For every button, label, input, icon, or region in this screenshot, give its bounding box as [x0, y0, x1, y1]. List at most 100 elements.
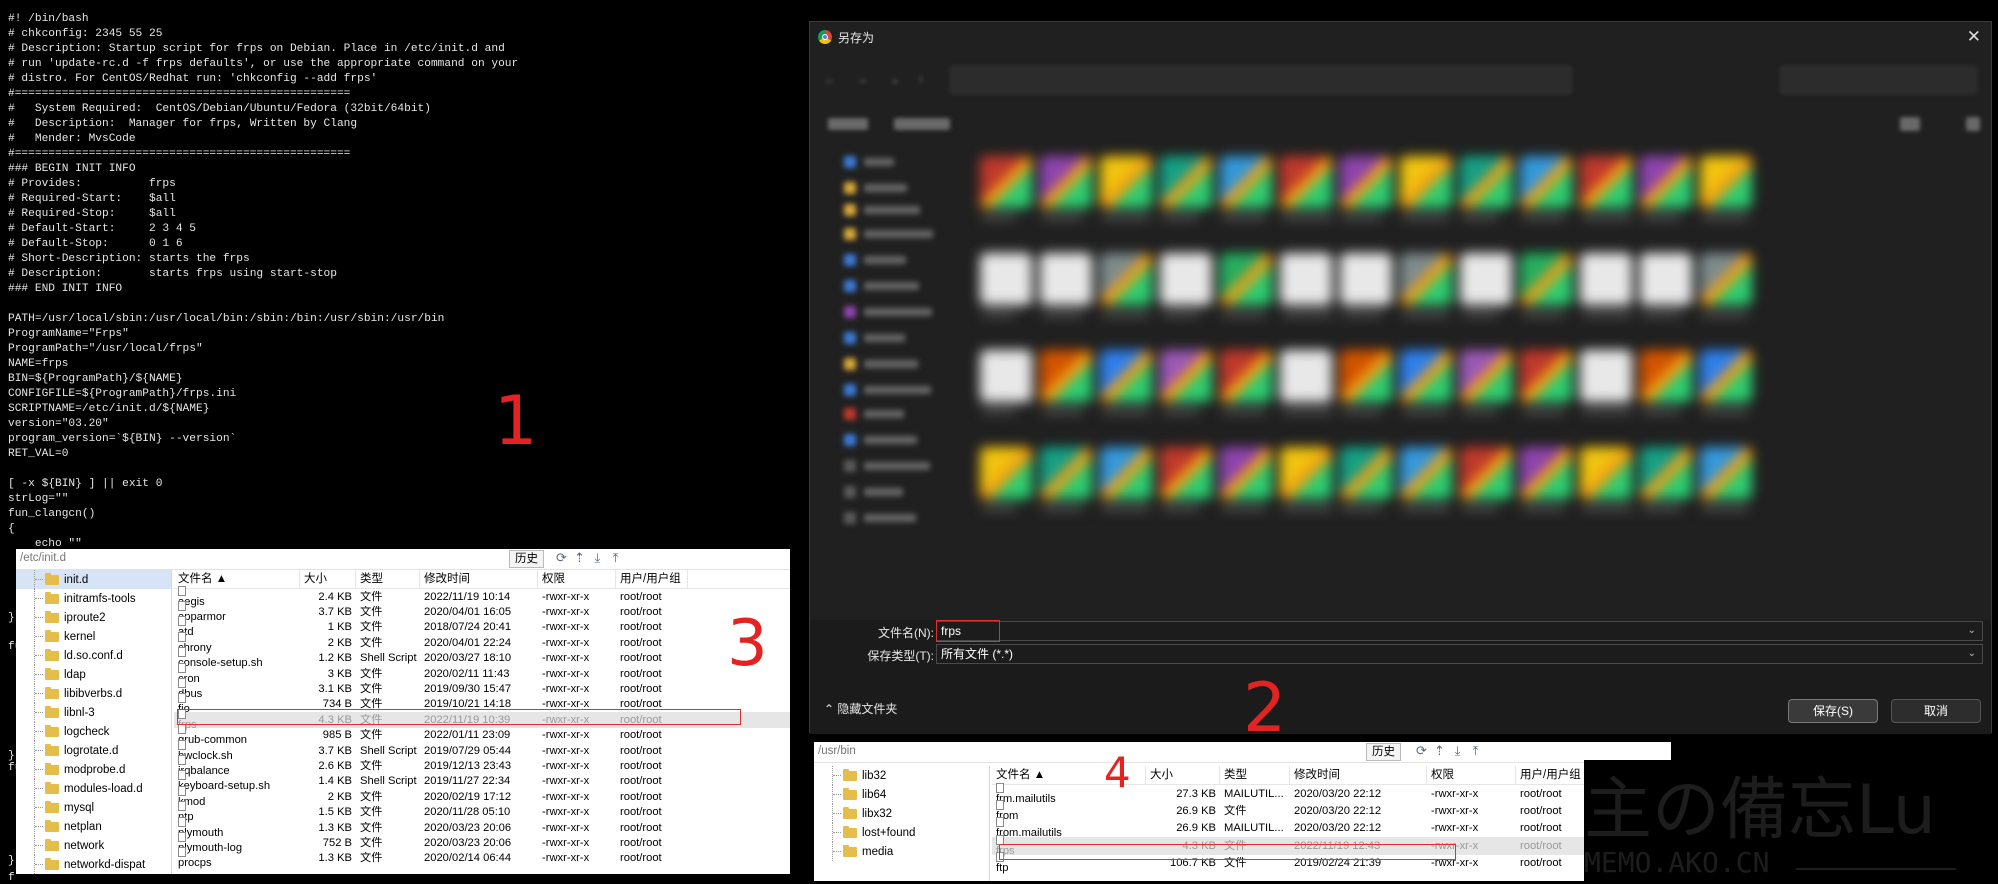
file-thumbnail-icon[interactable]	[1520, 253, 1572, 305]
chevron-down-icon[interactable]: ⌄	[1968, 645, 1976, 663]
cancel-button[interactable]: 取消	[1891, 699, 1981, 723]
forward-icon[interactable]: →	[856, 72, 870, 86]
save-as-dialog[interactable]: 另存为 ✕ ← → ⌄ ↑ 文件名(N): frps ⌄ 保存类型(T): 所有…	[809, 21, 1992, 734]
column-header[interactable]: 修改时间	[420, 570, 538, 588]
nav-pane-item[interactable]	[828, 204, 928, 216]
file-thumbnail-icon[interactable]	[1400, 253, 1452, 305]
nav-pane-item[interactable]	[828, 156, 928, 168]
nav-pane-item[interactable]	[828, 486, 928, 498]
file-thumbnail-icon[interactable]	[1280, 447, 1332, 499]
tree-item[interactable]: mysql	[16, 798, 171, 817]
tree-item[interactable]: lib32	[814, 766, 989, 785]
tree-item[interactable]: network	[16, 836, 171, 855]
tree-item[interactable]: lib64	[814, 785, 989, 804]
file-thumbnail-icon[interactable]	[1700, 447, 1752, 499]
file-thumbnail-icon[interactable]	[1460, 447, 1512, 499]
file-thumbnail-icon[interactable]	[1280, 253, 1332, 305]
file-list[interactable]: 文件名 ▲ 大小 类型 修改时间 权限 用户/用户组 frm.mailutils 27.3 …	[992, 766, 1671, 881]
save-button[interactable]: 保存(S)	[1788, 699, 1878, 723]
up-icon[interactable]: ⇡	[1432, 743, 1447, 759]
file-thumbnail-icon[interactable]	[1280, 156, 1332, 208]
file-thumbnail-icon[interactable]	[1460, 156, 1512, 208]
file-thumbnail-icon[interactable]	[1640, 156, 1692, 208]
file-thumbnail-icon[interactable]	[1160, 156, 1212, 208]
tree-item[interactable]: libx32	[814, 804, 989, 823]
file-thumbnail-icon[interactable]	[1520, 156, 1572, 208]
file-thumbnail-icon[interactable]	[1280, 350, 1332, 402]
chevron-down-icon[interactable]: ⌄	[1968, 622, 1976, 640]
tree-item[interactable]: iproute2	[16, 608, 171, 627]
directory-tree[interactable]: lib32 lib64 libx32 lost+found media	[814, 766, 990, 881]
file-thumbnail-icon[interactable]	[1400, 447, 1452, 499]
file-thumbnail-icon[interactable]	[1400, 156, 1452, 208]
tree-item[interactable]: initramfs-tools	[16, 589, 171, 608]
tree-item[interactable]: ld.so.conf.d	[16, 646, 171, 665]
file-thumbnail-icon[interactable]	[1100, 156, 1152, 208]
file-panel-etc-init-d[interactable]: /etc/init.d 历史 ⟳ ⇡ ⤓ ⤒ init.d initramfs-t…	[16, 549, 790, 874]
upload-icon[interactable]: ⤒	[608, 550, 623, 566]
close-icon[interactable]: ✕	[1967, 27, 1981, 47]
nav-pane-item[interactable]	[828, 358, 928, 370]
file-thumbnail-icon[interactable]	[980, 253, 1032, 305]
tree-item[interactable]: logrotate.d	[16, 741, 171, 760]
up-icon[interactable]: ↑	[918, 72, 932, 86]
nav-pane-item[interactable]	[828, 460, 930, 472]
nav-pane-item[interactable]	[828, 182, 928, 194]
nav-pane-item[interactable]	[828, 280, 928, 292]
column-header[interactable]: 权限	[1427, 766, 1516, 784]
download-icon[interactable]: ⤓	[590, 550, 605, 566]
directory-tree[interactable]: init.d initramfs-tools iproute2 kernel ld.so…	[16, 570, 172, 874]
file-thumbnail-icon[interactable]	[1460, 253, 1512, 305]
tree-item[interactable]: media	[814, 842, 989, 861]
nav-pane-item[interactable]	[828, 434, 928, 446]
refresh-icon[interactable]: ⟳	[1414, 743, 1429, 759]
file-thumbnail-icon[interactable]	[1640, 350, 1692, 402]
column-header[interactable]: 大小	[300, 570, 356, 588]
file-panel-usr-bin[interactable]: /usr/bin 历史 ⟳ ⇡ ⤓ ⤒ lib32 lib64 libx32 lost…	[814, 742, 1671, 881]
file-thumbnail-icon[interactable]	[1580, 447, 1632, 499]
nav-pane-item[interactable]	[828, 228, 933, 240]
file-thumbnail-icon[interactable]	[1160, 447, 1212, 499]
nav-pane-item[interactable]	[828, 254, 928, 266]
path-field[interactable]: /etc/init.d	[20, 551, 511, 566]
upload-icon[interactable]: ⤒	[1468, 743, 1483, 759]
column-header[interactable]: 大小	[1146, 766, 1220, 784]
up-icon[interactable]: ⇡	[572, 550, 587, 566]
file-thumbnail-icon[interactable]	[1340, 156, 1392, 208]
file-thumbnail-icon[interactable]	[1700, 156, 1752, 208]
filetype-select[interactable]: 所有文件 (*.*) ⌄	[936, 644, 1983, 664]
file-thumbnail-icon[interactable]	[1640, 447, 1692, 499]
file-thumbnail-icon[interactable]	[1520, 447, 1572, 499]
address-bar[interactable]	[950, 66, 1572, 94]
chevron-down-icon[interactable]: ⌄	[890, 72, 904, 86]
file-thumbnail-icon[interactable]	[1580, 350, 1632, 402]
file-thumbnail-icon[interactable]	[1700, 253, 1752, 305]
hide-folders-toggle[interactable]: ⌃ 隐藏文件夹	[824, 700, 897, 717]
file-thumbnail-icon[interactable]	[1160, 350, 1212, 402]
download-icon[interactable]: ⤓	[1450, 743, 1465, 759]
tree-item[interactable]: lost+found	[814, 823, 989, 842]
dialog-titlebar[interactable]: 另存为 ✕	[810, 22, 1991, 52]
file-thumbnail-icon[interactable]	[1400, 350, 1452, 402]
file-thumbnail-icon[interactable]	[1640, 253, 1692, 305]
file-thumbnail-icon[interactable]	[1220, 156, 1272, 208]
file-thumbnail-icon[interactable]	[1700, 350, 1752, 402]
nav-pane-item[interactable]	[828, 512, 928, 524]
tree-item[interactable]: kernel	[16, 627, 171, 646]
file-thumbnail-icon[interactable]	[980, 350, 1032, 402]
file-thumbnail-icon[interactable]	[980, 447, 1032, 499]
file-thumbnail-icon[interactable]	[1040, 156, 1092, 208]
file-thumbnail-icon[interactable]	[1520, 350, 1572, 402]
history-button[interactable]: 历史	[509, 550, 544, 568]
file-thumbnail-icon[interactable]	[1100, 253, 1152, 305]
file-thumbnail-icon[interactable]	[1220, 350, 1272, 402]
refresh-icon[interactable]: ⟳	[554, 550, 569, 566]
column-header[interactable]: 类型	[356, 570, 420, 588]
navigation-pane[interactable]	[810, 146, 950, 616]
file-thumbnail-icon[interactable]	[1040, 350, 1092, 402]
history-button[interactable]: 历史	[1366, 743, 1401, 761]
column-header[interactable]: 修改时间	[1290, 766, 1427, 784]
nav-pane-item[interactable]	[828, 384, 931, 396]
file-thumbnail-icon[interactable]	[1160, 253, 1212, 305]
column-header[interactable]: 类型	[1220, 766, 1290, 784]
